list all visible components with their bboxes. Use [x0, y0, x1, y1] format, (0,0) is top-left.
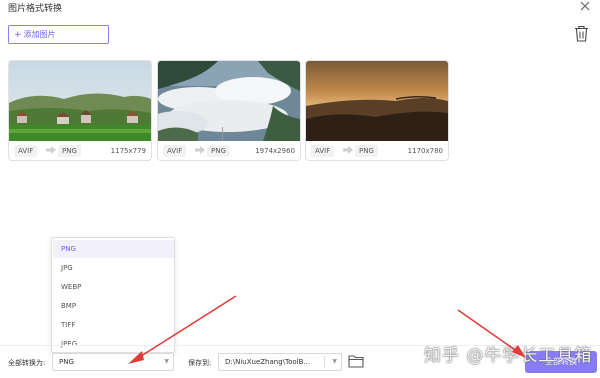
format-option-png[interactable]: PNG [53, 240, 174, 258]
format-option-jpeg[interactable]: JPEG [53, 335, 174, 353]
image-card[interactable]: AVIF PNG 1974x2960 [157, 60, 301, 161]
card-meta: AVIF PNG 1170x780 [306, 141, 448, 160]
watermark-text: 知乎 @牛学长工具箱 [424, 346, 593, 366]
source-format-badge: AVIF [14, 145, 38, 157]
target-format-badge: PNG [207, 145, 230, 157]
image-thumbnail-sunset [306, 61, 448, 141]
image-dimensions: 1170x780 [407, 147, 443, 155]
add-image-button[interactable]: + 添加图片 [8, 25, 109, 44]
image-dimensions: 1974x2960 [255, 147, 295, 155]
target-format-value: PNG [59, 358, 74, 366]
trash-icon[interactable] [574, 25, 589, 42]
image-card[interactable]: AVIF PNG 1175x779 [8, 60, 152, 161]
plus-icon: + [14, 30, 22, 40]
save-path-value: D:\NiuXueZhang\ToolB... [225, 358, 311, 366]
card-meta: AVIF PNG 1974x2960 [158, 141, 300, 160]
card-meta: AVIF PNG 1175x779 [9, 141, 151, 160]
chevron-down-icon: ▼ [164, 358, 169, 365]
window-title: 图片格式转换 [8, 4, 63, 14]
arrow-right-icon [46, 146, 56, 154]
image-card[interactable]: AVIF PNG 1170x780 [305, 60, 449, 161]
image-thumbnail-village [9, 61, 151, 141]
chevron-down-icon: ▼ [332, 358, 337, 365]
format-option-webp[interactable]: WEBP [53, 278, 174, 296]
format-dropdown-menu: PNG JPG WEBP BMP TIFF JPEG [51, 237, 175, 353]
image-thumbnail-clouds [158, 61, 300, 141]
close-icon[interactable] [578, 0, 592, 13]
add-image-label: 添加图片 [23, 30, 56, 39]
target-format-select[interactable]: PNG ▼ [52, 353, 174, 371]
save-path-select[interactable]: D:\NiuXueZhang\ToolB... ▼ [218, 353, 342, 371]
arrow-right-icon [343, 146, 353, 154]
format-option-jpg[interactable]: JPG [53, 259, 174, 277]
format-option-bmp[interactable]: BMP [53, 297, 174, 315]
source-format-badge: AVIF [311, 145, 335, 157]
format-option-tiff[interactable]: TIFF [53, 316, 174, 334]
divider [324, 356, 325, 368]
title-bar: 图片格式转换 [0, 0, 600, 16]
source-format-badge: AVIF [163, 145, 187, 157]
save-to-label: 保存到: [188, 359, 212, 367]
convert-all-label: 全部转换为: [8, 359, 46, 367]
arrow-right-icon [195, 146, 205, 154]
folder-icon[interactable] [348, 354, 364, 368]
target-format-badge: PNG [58, 145, 81, 157]
image-dimensions: 1175x779 [110, 147, 146, 155]
target-format-badge: PNG [355, 145, 378, 157]
